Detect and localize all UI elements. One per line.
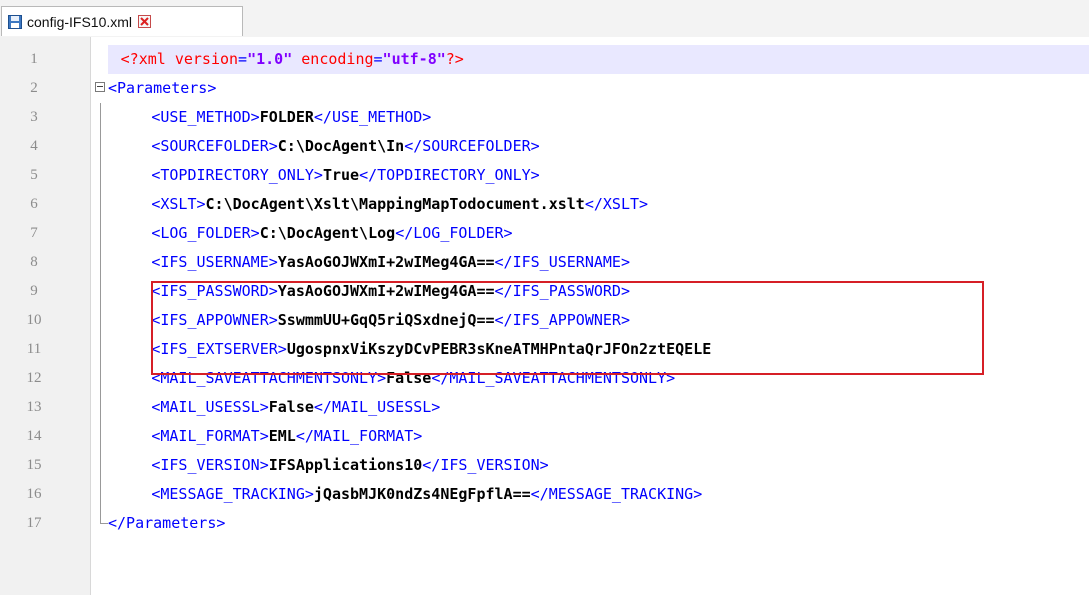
tab-label: config-IFS10.xml <box>27 13 133 30</box>
code-text: <MAIL_SAVEATTACHMENTSONLY>False</MAIL_SA… <box>151 369 676 387</box>
code-line[interactable]: 17 </Parameters> <box>0 509 1089 538</box>
code-text: <MAIL_USESSL>False</MAIL_USESSL> <box>151 398 441 416</box>
line-number: 8 <box>30 254 38 270</box>
line-number: 17 <box>26 515 42 531</box>
line-number: 3 <box>30 109 38 125</box>
code-text: <IFS_VERSION>IFSApplications10</IFS_VERS… <box>151 456 549 474</box>
fold-guide-line <box>92 248 108 277</box>
line-number: 2 <box>30 80 38 96</box>
fold-guide-line <box>92 219 108 248</box>
notepad-plus-plus-window: config-IFS10.xml 1 <?xml version="1.0" en… <box>0 0 1089 595</box>
code-text: <LOG_FOLDER>C:\DocAgent\Log</LOG_FOLDER> <box>151 224 513 242</box>
line-number: 13 <box>26 399 42 415</box>
code-line[interactable]: 14 <MAIL_FORMAT>EML</MAIL_FORMAT> <box>0 422 1089 451</box>
code-line[interactable]: 5 <TOPDIRECTORY_ONLY>True</TOPDIRECTORY_O… <box>0 161 1089 190</box>
code-line[interactable]: 11 <IFS_EXTSERVER>UgospnxViKszyDCvPEBR3sK… <box>0 335 1089 364</box>
tab-bar: config-IFS10.xml <box>0 0 1089 38</box>
code-area: <IFS_USERNAME>YasAoGOJWXmI+2wIMeg4GA==</… <box>108 248 1089 277</box>
code-area: <IFS_EXTSERVER>UgospnxViKszyDCvPEBR3sKne… <box>108 335 1089 364</box>
code-area: <MAIL_SAVEATTACHMENTSONLY>False</MAIL_SA… <box>108 364 1089 393</box>
code-area: <IFS_PASSWORD>YasAoGOJWXmI+2wIMeg4GA==</… <box>108 277 1089 306</box>
code-line[interactable]: 15 <IFS_VERSION>IFSApplications10</IFS_VE… <box>0 451 1089 480</box>
fold-margin <box>92 45 108 74</box>
code-line[interactable]: 3 <USE_METHOD>FOLDER</USE_METHOD> <box>0 103 1089 132</box>
code-area: <XSLT>C:\DocAgent\Xslt\MappingMapTodocum… <box>108 190 1089 219</box>
code-area: <USE_METHOD>FOLDER</USE_METHOD> <box>108 103 1089 132</box>
code-text: <SOURCEFOLDER>C:\DocAgent\In</SOURCEFOLD… <box>151 137 540 155</box>
code-text: <USE_METHOD>FOLDER</USE_METHOD> <box>151 108 432 126</box>
fold-guide-line <box>92 103 108 132</box>
code-text: <MESSAGE_TRACKING>jQasbMJK0ndZs4NEgFpflA… <box>151 485 703 503</box>
line-number: 16 <box>26 486 42 502</box>
fold-guide-line <box>92 306 108 335</box>
line-number: 14 <box>26 428 42 444</box>
code-line[interactable]: 12 <MAIL_SAVEATTACHMENTSONLY>False</MAIL_… <box>0 364 1089 393</box>
code-editor[interactable]: 1 <?xml version="1.0" encoding="utf-8"?> 2… <box>0 37 1089 595</box>
fold-guide-line <box>92 422 108 451</box>
code-area: <MESSAGE_TRACKING>jQasbMJK0ndZs4NEgFpflA… <box>108 480 1089 509</box>
save-icon <box>8 14 22 29</box>
code-area: </Parameters> <box>108 509 1089 538</box>
code-text: <MAIL_FORMAT>EML</MAIL_FORMAT> <box>151 427 423 445</box>
code-area: <TOPDIRECTORY_ONLY>True</TOPDIRECTORY_ON… <box>108 161 1089 190</box>
code-area: <Parameters> <box>108 74 1089 103</box>
code-text: <IFS_APPOWNER>SswmmUU+GqQ5riQSxdnejQ==</… <box>151 311 630 329</box>
fold-guide-line <box>92 451 108 480</box>
fold-guide-line <box>92 364 108 393</box>
code-line[interactable]: 4 <SOURCEFOLDER>C:\DocAgent\In</SOURCEFOL… <box>0 132 1089 161</box>
line-number: 9 <box>30 283 38 299</box>
line-number: 11 <box>26 341 42 357</box>
code-text: <IFS_PASSWORD>YasAoGOJWXmI+2wIMeg4GA==</… <box>151 282 630 300</box>
fold-guide-line <box>92 393 108 422</box>
code-line[interactable]: 2 <Parameters> <box>0 74 1089 103</box>
fold-end-marker <box>92 509 108 538</box>
code-area: <?xml version="1.0" encoding="utf-8"?> <box>108 45 1089 74</box>
tab-config-file[interactable]: config-IFS10.xml <box>1 6 243 36</box>
code-text: <TOPDIRECTORY_ONLY>True</TOPDIRECTORY_ON… <box>151 166 540 184</box>
line-number: 6 <box>30 196 38 212</box>
fold-guide-line <box>92 132 108 161</box>
code-line[interactable]: 16 <MESSAGE_TRACKING>jQasbMJK0ndZs4NEgFpf… <box>0 480 1089 509</box>
code-line[interactable]: 9 <IFS_PASSWORD>YasAoGOJWXmI+2wIMeg4GA==<… <box>0 277 1089 306</box>
close-icon[interactable] <box>138 15 152 28</box>
fold-collapse-icon[interactable] <box>92 74 108 103</box>
line-number: 15 <box>26 457 42 473</box>
line-number: 12 <box>26 370 42 386</box>
line-number: 4 <box>30 138 38 154</box>
code-line[interactable]: 8 <IFS_USERNAME>YasAoGOJWXmI+2wIMeg4GA==<… <box>0 248 1089 277</box>
code-text: </Parameters> <box>108 514 226 532</box>
code-line[interactable]: 10 <IFS_APPOWNER>SswmmUU+GqQ5riQSxdnejQ==… <box>0 306 1089 335</box>
code-text: <IFS_USERNAME>YasAoGOJWXmI+2wIMeg4GA==</… <box>151 253 630 271</box>
fold-guide-line <box>92 190 108 219</box>
code-area: <IFS_APPOWNER>SswmmUU+GqQ5riQSxdnejQ==</… <box>108 306 1089 335</box>
code-text: <IFS_EXTSERVER>UgospnxViKszyDCvPEBR3sKne… <box>151 340 712 358</box>
code-area: <MAIL_FORMAT>EML</MAIL_FORMAT> <box>108 422 1089 451</box>
code-text: <?xml version="1.0" encoding="utf-8"?> <box>120 50 464 68</box>
code-line[interactable]: 6 <XSLT>C:\DocAgent\Xslt\MappingMapTodocu… <box>0 190 1089 219</box>
fold-guide-line <box>92 335 108 364</box>
code-area: <MAIL_USESSL>False</MAIL_USESSL> <box>108 393 1089 422</box>
code-area: <LOG_FOLDER>C:\DocAgent\Log</LOG_FOLDER> <box>108 219 1089 248</box>
code-line[interactable]: 7 <LOG_FOLDER>C:\DocAgent\Log</LOG_FOLDER… <box>0 219 1089 248</box>
line-number: 7 <box>30 225 38 241</box>
code-area: <IFS_VERSION>IFSApplications10</IFS_VERS… <box>108 451 1089 480</box>
code-line[interactable]: 1 <?xml version="1.0" encoding="utf-8"?> <box>0 45 1089 74</box>
line-number: 1 <box>30 51 38 67</box>
line-number: 5 <box>30 167 38 183</box>
code-text: <Parameters> <box>108 79 217 97</box>
code-line[interactable]: 13 <MAIL_USESSL>False</MAIL_USESSL> <box>0 393 1089 422</box>
code-area: <SOURCEFOLDER>C:\DocAgent\In</SOURCEFOLD… <box>108 132 1089 161</box>
line-number: 10 <box>26 312 42 328</box>
code-text: <XSLT>C:\DocAgent\Xslt\MappingMapTodocum… <box>151 195 649 213</box>
fold-guide-line <box>92 161 108 190</box>
fold-guide-line <box>92 277 108 306</box>
fold-guide-line <box>92 480 108 509</box>
